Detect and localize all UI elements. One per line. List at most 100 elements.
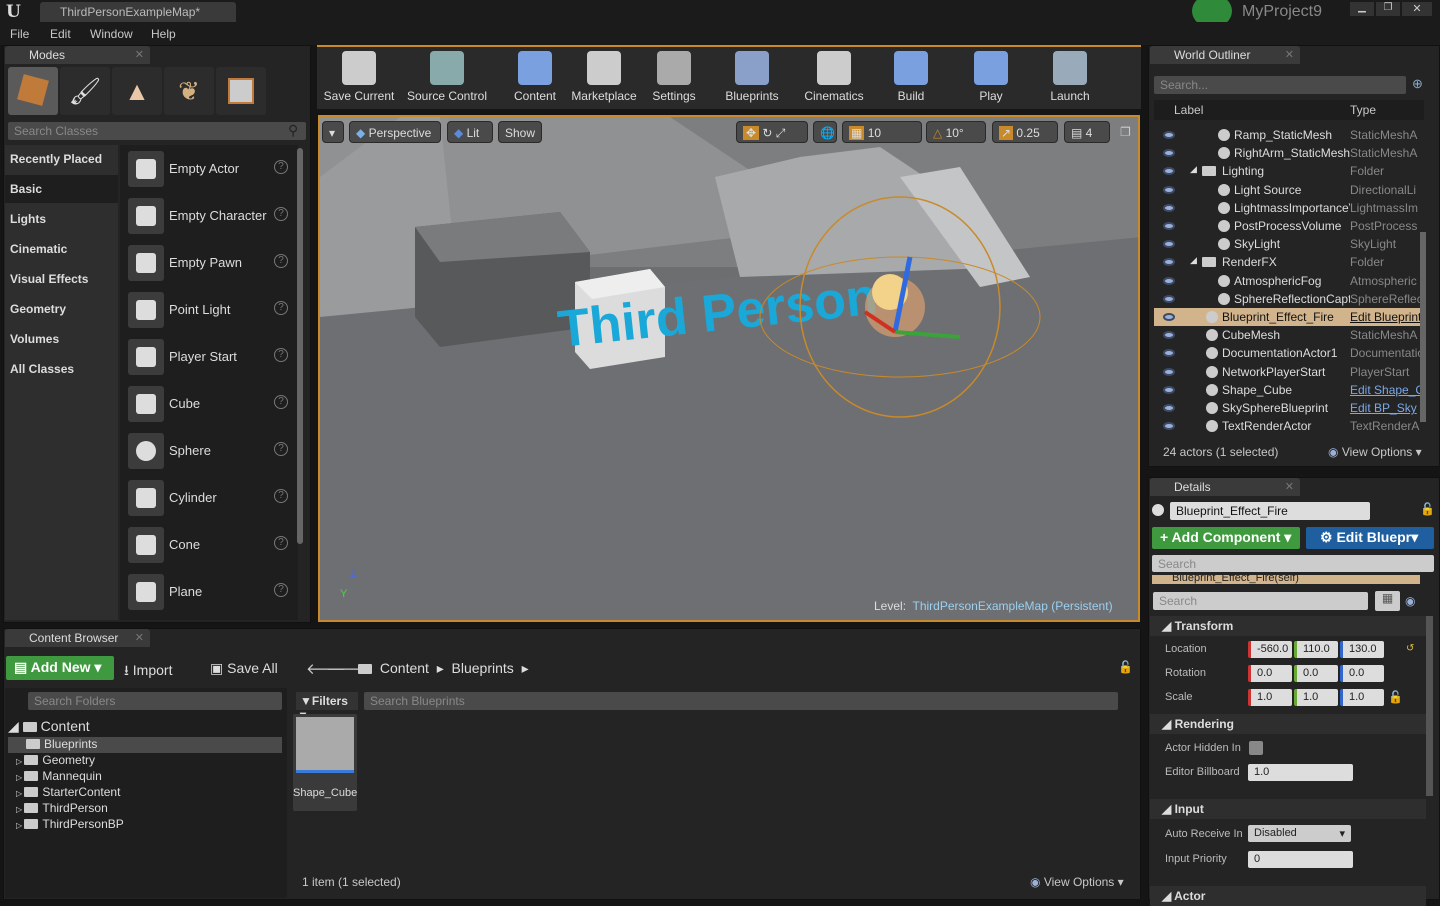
outliner-row[interactable]: Shape_Cube Edit Shape_Cube bbox=[1154, 381, 1424, 399]
outliner-row[interactable]: AtmosphericFog Atmospheric bbox=[1154, 272, 1424, 290]
category-lights[interactable]: Lights bbox=[5, 205, 118, 233]
auto-receive-dropdown[interactable]: Disabled ▾ bbox=[1248, 825, 1351, 842]
place-item-cylinder[interactable]: Cylinder? bbox=[124, 476, 294, 520]
visibility-eye-icon[interactable] bbox=[1163, 313, 1175, 321]
tab-modes[interactable]: Modes ✕ bbox=[5, 46, 150, 64]
grid-snap-button[interactable]: ▦ 10 bbox=[842, 121, 922, 143]
property-matrix-button[interactable]: ▦ bbox=[1375, 591, 1400, 611]
scale-snap-button[interactable]: ↗ 0.25 bbox=[992, 121, 1058, 143]
visibility-eye-icon[interactable] bbox=[1163, 294, 1175, 303]
scale-y-input[interactable]: 1.0 bbox=[1294, 689, 1338, 706]
lock-icon[interactable]: 🔓 bbox=[1118, 660, 1133, 674]
place-mode-icon[interactable] bbox=[8, 67, 58, 115]
menu-file[interactable]: File bbox=[10, 27, 29, 41]
lock-icon[interactable]: 🔓 bbox=[1420, 502, 1435, 516]
actor-name-input[interactable]: Blueprint_Effect_Fire bbox=[1170, 502, 1370, 520]
place-item-plane[interactable]: Plane? bbox=[124, 570, 294, 614]
place-item-empty-character[interactable]: Empty Character? bbox=[124, 194, 294, 238]
show-button[interactable]: Show bbox=[498, 121, 542, 143]
tab-content-browser[interactable]: Content Browser ✕ bbox=[5, 629, 150, 647]
help-icon[interactable]: ? bbox=[274, 442, 288, 456]
place-item-empty-actor[interactable]: Empty Actor? bbox=[124, 147, 294, 191]
geometry-mode-icon[interactable] bbox=[216, 67, 266, 115]
reset-location-icon[interactable]: ↺ bbox=[1406, 643, 1414, 654]
add-new-button[interactable]: ▤ Add New ▾ bbox=[6, 656, 114, 680]
column-label[interactable]: Label bbox=[1174, 103, 1203, 117]
outliner-row[interactable]: PostProcessVolume PostProcess bbox=[1154, 217, 1424, 235]
place-item-player-start[interactable]: Player Start? bbox=[124, 335, 294, 379]
content-view-options[interactable]: ◉ View Options ▾ bbox=[1030, 875, 1124, 889]
rotation-z-input[interactable]: 0.0 bbox=[1340, 665, 1384, 682]
category-recently-placed[interactable]: Recently Placed bbox=[5, 145, 118, 173]
outliner-scrollbar[interactable] bbox=[1420, 232, 1426, 422]
outliner-row[interactable]: DocumentationActor1 Documentation bbox=[1154, 344, 1424, 362]
visibility-eye-icon[interactable] bbox=[1163, 422, 1175, 431]
outliner-row[interactable]: NetworkPlayerStart PlayerStart bbox=[1154, 363, 1424, 381]
filters-button[interactable]: ▼Filters ▾ bbox=[296, 692, 358, 722]
rotation-x-input[interactable]: 0.0 bbox=[1248, 665, 1292, 682]
outliner-row[interactable]: ◢ Lighting Folder bbox=[1154, 162, 1424, 180]
breadcrumb-content[interactable]: Content bbox=[380, 660, 429, 676]
category-visual-effects[interactable]: Visual Effects bbox=[5, 265, 118, 293]
editor-billboard-input[interactable]: 1.0 bbox=[1248, 764, 1353, 781]
outliner-view-options[interactable]: ◉ View Options ▾ bbox=[1328, 445, 1422, 459]
toolbar-blueprints-button[interactable]: Blueprints bbox=[722, 48, 782, 108]
folder-thirdpersonbp[interactable]: ▷ ThirdPersonBP bbox=[8, 817, 282, 833]
location-x-input[interactable]: -560.0 bbox=[1248, 641, 1292, 658]
input-priority-input[interactable]: 0 bbox=[1248, 851, 1353, 868]
toolbar-settings-button[interactable]: Settings bbox=[648, 48, 700, 108]
toolbar-marketplace-button[interactable]: Marketplace bbox=[568, 48, 640, 108]
visibility-eye-icon[interactable] bbox=[1163, 185, 1175, 194]
expand-arrow-icon[interactable]: ◢ bbox=[1190, 255, 1197, 266]
folder-blueprints[interactable]: Blueprints bbox=[8, 737, 282, 753]
actor-type[interactable]: Edit Shape_Cube bbox=[1350, 383, 1420, 397]
folder-thirdperson[interactable]: ▷ ThirdPerson bbox=[8, 801, 282, 817]
toolbar-cinematics-button[interactable]: Cinematics bbox=[802, 48, 866, 108]
help-icon[interactable]: ? bbox=[274, 160, 288, 174]
minimize-button[interactable]: ▁ bbox=[1350, 2, 1374, 16]
outliner-row[interactable]: SkyLight SkyLight bbox=[1154, 235, 1424, 253]
close-icon[interactable]: ✕ bbox=[1285, 48, 1294, 61]
details-scrollbar[interactable] bbox=[1426, 616, 1433, 796]
outliner-row[interactable]: SphereReflectionCaptureSphereReflec bbox=[1154, 290, 1424, 308]
visibility-eye-icon[interactable] bbox=[1163, 203, 1175, 212]
tab-world-outliner[interactable]: World Outliner ✕ bbox=[1150, 46, 1300, 64]
rotation-y-input[interactable]: 0.0 bbox=[1294, 665, 1338, 682]
lit-button[interactable]: ◆ Lit bbox=[447, 121, 493, 143]
visibility-eye-icon[interactable] bbox=[1163, 240, 1175, 249]
actor-type[interactable]: Edit Blueprint bbox=[1350, 310, 1420, 324]
menu-help[interactable]: Help bbox=[151, 27, 176, 41]
outliner-row[interactable]: CubeMesh StaticMeshA bbox=[1154, 326, 1424, 344]
help-icon[interactable]: ? bbox=[274, 536, 288, 550]
viewport-options-button[interactable]: ▾ bbox=[322, 121, 344, 143]
help-icon[interactable]: ? bbox=[274, 301, 288, 315]
toolbar-source-control-button[interactable]: Source Control bbox=[405, 48, 489, 108]
add-component-button[interactable]: + Add Component ▾ bbox=[1152, 527, 1300, 549]
rotation-label[interactable]: Rotation bbox=[1165, 667, 1206, 679]
category-basic[interactable]: Basic bbox=[5, 175, 118, 203]
close-icon[interactable]: ✕ bbox=[135, 631, 144, 644]
scale-lock-icon[interactable]: 🔓 bbox=[1388, 690, 1403, 704]
details-search-input[interactable]: Search bbox=[1153, 592, 1368, 610]
foliage-mode-icon[interactable]: ❦ bbox=[164, 67, 214, 115]
rotation-snap-button[interactable]: △ 10° bbox=[926, 121, 986, 143]
component-search-input[interactable]: Search bbox=[1152, 555, 1434, 572]
camera-speed-button[interactable]: ▤ 4 bbox=[1064, 121, 1110, 143]
place-item-sphere[interactable]: Sphere? bbox=[124, 429, 294, 473]
place-item-cone[interactable]: Cone? bbox=[124, 523, 294, 567]
save-all-button[interactable]: ▣ Save All bbox=[210, 660, 278, 677]
maximize-viewport-icon[interactable]: ❐ bbox=[1120, 125, 1131, 139]
visibility-eye-icon[interactable] bbox=[1163, 404, 1175, 412]
search-classes-input[interactable]: Search Classes bbox=[8, 122, 306, 140]
scale-x-input[interactable]: 1.0 bbox=[1248, 689, 1292, 706]
visibility-icon[interactable]: ◉ bbox=[1405, 594, 1415, 608]
transform-tools[interactable]: ✥ ↻ ⤢ bbox=[736, 121, 808, 143]
edit-blueprint-button[interactable]: ⚙ Edit Bluepr▾ bbox=[1306, 527, 1434, 549]
actor-section[interactable]: ◢ Actor bbox=[1150, 886, 1426, 906]
toolbar-save-current-button[interactable]: Save Current bbox=[322, 48, 396, 108]
search-folders-input[interactable]: Search Folders bbox=[28, 692, 282, 710]
category-cinematic[interactable]: Cinematic bbox=[5, 235, 118, 263]
level-viewport[interactable]: Third Person Y Z bbox=[318, 115, 1140, 622]
folder-geometry[interactable]: ▷ Geometry bbox=[8, 753, 282, 769]
visibility-eye-icon[interactable] bbox=[1163, 385, 1175, 394]
